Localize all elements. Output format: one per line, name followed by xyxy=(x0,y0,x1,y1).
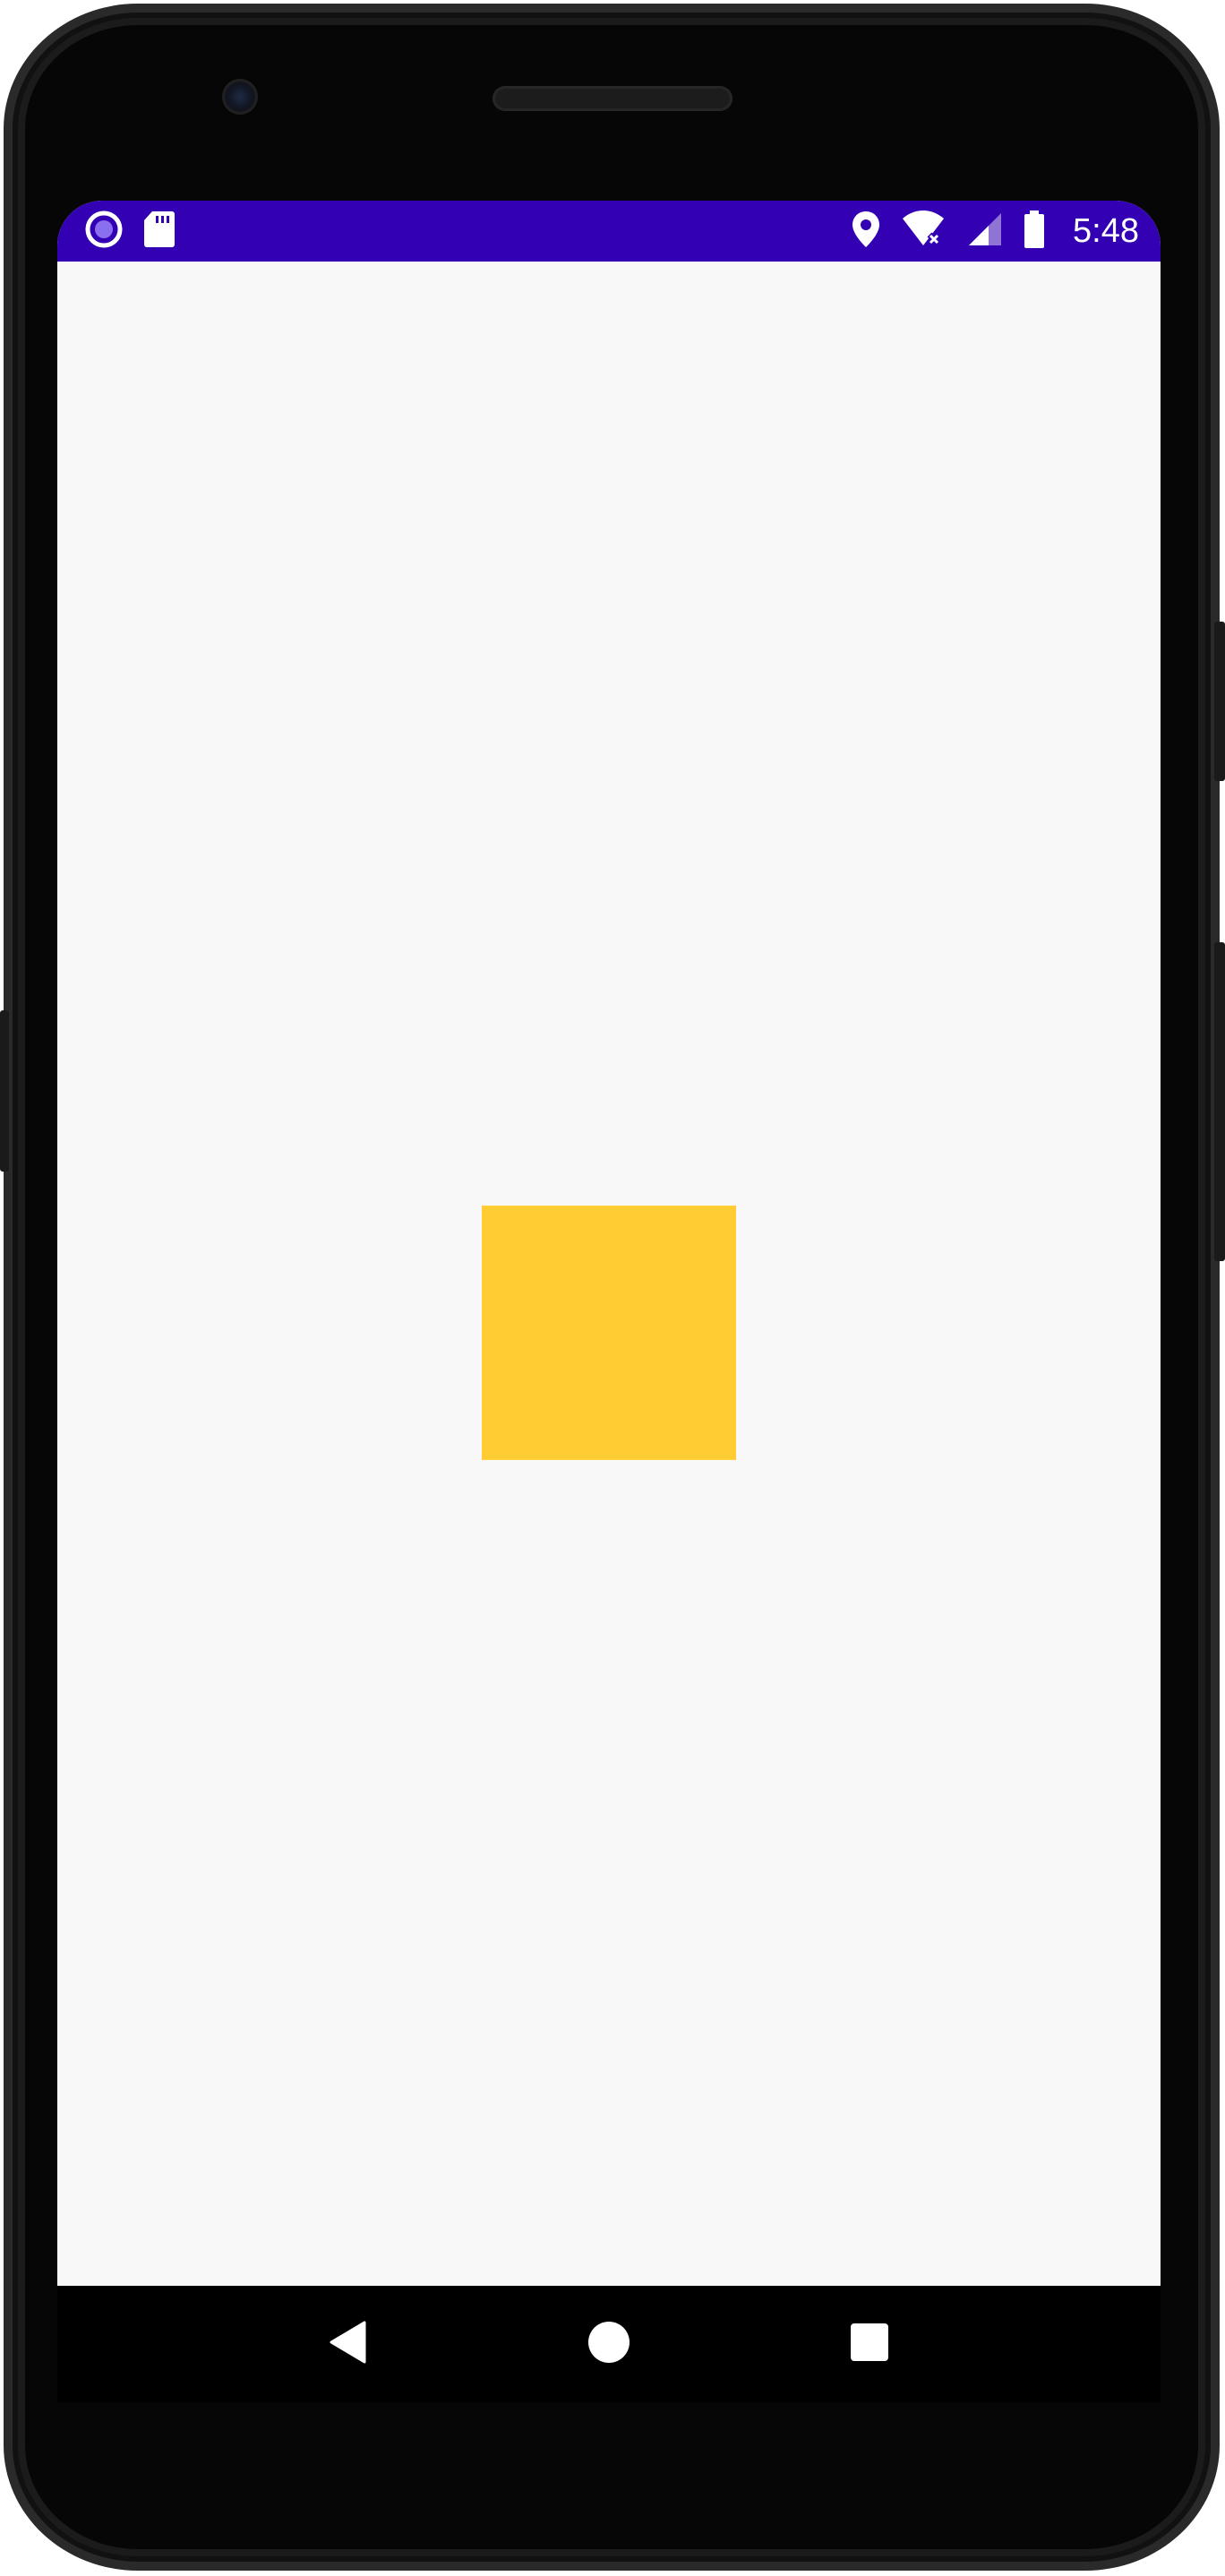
app-content xyxy=(57,262,1161,2286)
recents-button[interactable] xyxy=(829,2304,910,2384)
status-time: 5:48 xyxy=(1073,211,1139,250)
battery-icon xyxy=(1023,210,1046,253)
home-icon xyxy=(587,2320,631,2369)
navigation-bar xyxy=(57,2286,1161,2402)
signal-icon xyxy=(965,210,1003,253)
home-button[interactable] xyxy=(569,2304,649,2384)
screen: 5:48 xyxy=(57,201,1161,2286)
back-button[interactable] xyxy=(308,2304,389,2384)
left-side-button xyxy=(0,1010,9,1172)
status-bar: 5:48 xyxy=(57,201,1161,262)
volume-button xyxy=(1214,942,1225,1261)
status-left-icons xyxy=(84,210,176,253)
earpiece-speaker xyxy=(493,86,732,111)
front-camera xyxy=(222,79,258,115)
yellow-square xyxy=(482,1206,736,1460)
status-right-icons: 5:48 xyxy=(851,210,1139,253)
power-button xyxy=(1214,622,1225,781)
sd-card-icon xyxy=(143,210,176,253)
wifi-off-icon xyxy=(901,210,946,253)
back-icon xyxy=(329,2320,368,2369)
recents-icon xyxy=(850,2323,889,2366)
location-icon xyxy=(851,210,881,253)
circle-notification-icon xyxy=(84,210,124,253)
